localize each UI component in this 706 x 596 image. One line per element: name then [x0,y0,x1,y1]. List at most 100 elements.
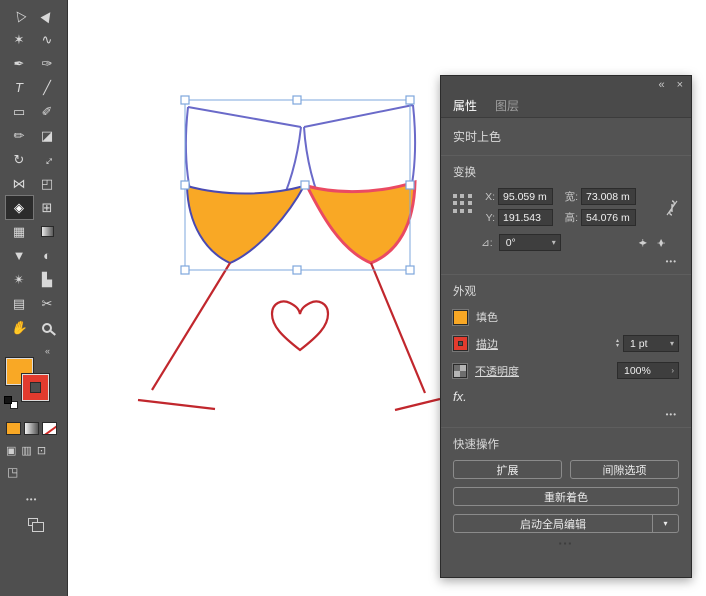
stroke-row: 描边 ▴ ▾ 1 pt ▾ [453,335,679,352]
perspective-grid-icon: ⊞ [41,199,53,215]
tool-rotate[interactable]: ↻ [6,148,33,171]
properties-panel: « × 属性 图层 实时上色 变换 X: 宽: [440,75,692,578]
flip-controls: ◂|▸ ◂|▸ [639,238,666,247]
draw-behind-icon[interactable]: ▥ [21,444,31,457]
start-global-edit-button[interactable]: 启动全局编辑 [453,514,653,533]
tool-hand[interactable]: ✋ [6,316,33,339]
lasso-icon: ∿ [41,31,53,47]
color-button[interactable] [6,422,21,435]
tool-perspective-grid[interactable]: ⊞ [34,196,61,219]
opacity-value: 100% [624,364,651,377]
liquid-right[interactable] [304,179,417,265]
width-input[interactable] [581,188,636,205]
tool-line-segment[interactable]: ╱ [34,76,61,99]
expand-button[interactable]: 扩展 [453,460,562,479]
selection-handle[interactable] [292,265,302,275]
tool-type[interactable]: T [6,76,33,99]
toolbar-collapse-icon[interactable]: « [0,346,66,356]
none-button[interactable] [42,422,57,435]
screen-mode-icon[interactable]: ◳ [7,465,66,479]
tool-blend[interactable]: ◐ [34,244,61,267]
effects-fx-button[interactable]: fx. [453,389,467,404]
chevron-down-icon: ▾ [669,339,674,348]
tool-column-graph[interactable]: ▙ [34,268,61,291]
tab-properties[interactable]: 属性 [453,97,477,114]
tool-eyedropper[interactable]: ▼ [6,244,33,267]
default-fill-stroke-icon[interactable] [4,396,19,409]
selection-handle[interactable] [292,95,302,105]
x-input[interactable] [498,188,553,205]
selection-handle[interactable] [405,95,415,105]
appearance-stroke-swatch[interactable] [453,336,468,351]
stroke-weight-dropdown[interactable]: 1 pt ▾ [623,335,679,352]
eyedropper-icon: ▼ [12,248,26,263]
gradient-button[interactable] [24,422,39,435]
height-label: 高: [564,212,578,224]
tool-selection[interactable]: ▷ [6,4,33,27]
panel-close-icon[interactable]: × [677,78,683,93]
selection-handle[interactable] [300,180,310,190]
stroke-label[interactable]: 描边 [476,336,498,352]
tool-curvature[interactable]: ✑ [34,52,61,75]
stroke-weight-stepper[interactable]: ▴ ▾ [616,338,619,349]
tool-mesh[interactable]: ▦ [6,220,33,243]
tool-rectangle[interactable]: ▭ [6,100,33,123]
tool-width[interactable]: ⋈ [6,172,33,195]
tool-pencil[interactable]: ✏ [6,124,33,147]
foot-right[interactable] [394,397,441,412]
overlapping-windows-icon[interactable] [28,518,44,532]
draw-inside-icon[interactable]: ⊡ [37,444,46,457]
glass-left-rim[interactable] [187,106,302,128]
opacity-dropdown[interactable]: 100% › [617,362,679,379]
draw-normal-icon[interactable]: ▣ [6,444,16,457]
height-input[interactable] [581,209,636,226]
selection-handle[interactable] [180,265,190,275]
tool-free-transform[interactable]: ◰ [34,172,61,195]
selection-handle[interactable] [180,95,190,105]
global-edit-chevron-button[interactable]: ▾ [653,514,679,533]
tool-lasso[interactable]: ∿ [34,28,61,51]
tool-paintbrush[interactable]: ✐ [34,100,61,123]
tool-scale[interactable]: ↔ [34,148,61,171]
tab-layers[interactable]: 图层 [495,97,519,114]
panel-collapse-icon[interactable]: « [658,78,664,93]
tool-direct-selection[interactable]: ▶ [34,4,61,27]
toolbar-stroke-swatch[interactable] [22,374,49,401]
selection-handle[interactable] [405,180,415,190]
appearance-fill-swatch[interactable] [453,309,468,325]
selection-handle[interactable] [180,180,190,190]
edit-toolbar-more-icon[interactable]: ••• [26,495,66,504]
transform-more-options-icon[interactable]: ••• [455,257,677,266]
tool-eraser[interactable]: ◪ [34,124,61,147]
curvature-pen-icon: ✑ [41,55,53,71]
tool-slice[interactable]: ✂ [34,292,61,315]
stem-right[interactable] [369,262,427,394]
flip-vertical-icon[interactable]: ◂|▸ [657,239,666,246]
angle-dropdown[interactable]: 0° ▾ [498,234,561,251]
foot-left[interactable] [137,398,216,411]
tool-pen[interactable]: ✒ [6,52,33,75]
recolor-button[interactable]: 重新着色 [453,487,679,506]
tool-symbol-sprayer[interactable]: ✴ [6,268,33,291]
fill-stroke-indicator [4,358,66,414]
tool-gradient[interactable] [34,220,61,243]
constrain-proportions-icon[interactable] [665,198,679,218]
column-graph-icon: ▙ [42,271,52,287]
flip-horizontal-icon[interactable]: ◂|▸ [639,238,647,247]
panel-resize-grip[interactable]: ▪▪▪ [453,539,679,548]
stem-left[interactable] [151,262,231,391]
tool-artboard[interactable]: ▤ [6,292,33,315]
y-input[interactable] [498,209,553,226]
liquid-left[interactable] [185,184,306,265]
reference-point-locator[interactable] [453,194,473,214]
selection-handle[interactable] [405,265,415,275]
width-label: 宽: [564,191,578,203]
tool-magic-wand[interactable]: ✶ [6,28,33,51]
glass-right-rim[interactable] [303,104,414,128]
tool-live-paint-bucket[interactable]: ◈ [4,195,34,220]
gap-options-button[interactable]: 间隙选项 [570,460,679,479]
heart-outline[interactable] [270,300,330,352]
tool-zoom[interactable] [34,316,61,339]
appearance-more-options-icon[interactable]: ••• [455,410,677,419]
opacity-label[interactable]: 不透明度 [475,363,519,379]
